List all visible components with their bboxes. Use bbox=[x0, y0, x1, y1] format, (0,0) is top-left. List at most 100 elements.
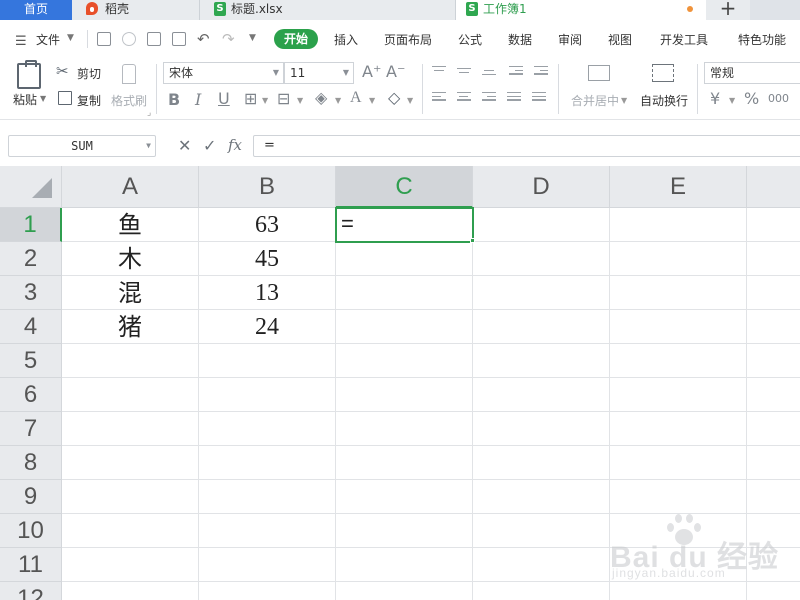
cell-c4[interactable] bbox=[336, 310, 473, 344]
cell-f2[interactable] bbox=[747, 242, 800, 276]
align-center-icon[interactable] bbox=[457, 92, 471, 104]
cell-e7[interactable] bbox=[610, 412, 747, 446]
cell-b3[interactable]: 13 bbox=[199, 276, 336, 310]
row-header-2[interactable]: 2 bbox=[0, 242, 62, 276]
paste-dropdown-icon[interactable]: ▼ bbox=[40, 94, 46, 103]
cell-b6[interactable] bbox=[199, 378, 336, 412]
format-painter-button[interactable]: 格式刷 bbox=[111, 92, 147, 109]
chevron-down-icon[interactable]: ▼ bbox=[369, 96, 375, 105]
insert-function-icon[interactable]: fx bbox=[228, 136, 242, 154]
new-tab-button[interactable]: + bbox=[706, 0, 750, 20]
wrap-text-button[interactable]: 自动换行 bbox=[640, 92, 688, 109]
cell-a11[interactable] bbox=[62, 548, 199, 582]
menu-formulas[interactable]: 公式 bbox=[458, 31, 482, 48]
cell-f7[interactable] bbox=[747, 412, 800, 446]
chevron-down-icon[interactable]: ▼ bbox=[146, 136, 151, 156]
menu-insert[interactable]: 插入 bbox=[334, 31, 358, 48]
name-box[interactable]: SUM ▼ bbox=[8, 135, 156, 157]
formula-input[interactable]: = bbox=[253, 135, 800, 157]
font-name-select[interactable]: 宋体 ▼ bbox=[163, 62, 284, 84]
cell-f9[interactable] bbox=[747, 480, 800, 514]
paste-label[interactable]: 粘贴 bbox=[13, 91, 37, 108]
cell-b9[interactable] bbox=[199, 480, 336, 514]
scissors-icon[interactable]: ✂ bbox=[56, 62, 69, 80]
align-top-icon[interactable] bbox=[432, 66, 446, 78]
cell-b1[interactable]: 63 bbox=[199, 208, 336, 242]
cell-a5[interactable] bbox=[62, 344, 199, 378]
cell-b7[interactable] bbox=[199, 412, 336, 446]
copy-icon[interactable] bbox=[58, 91, 72, 105]
cut-button[interactable]: 剪切 bbox=[77, 65, 101, 82]
cell-b5[interactable] bbox=[199, 344, 336, 378]
underline-icon[interactable]: U bbox=[218, 89, 230, 108]
cell-d9[interactable] bbox=[473, 480, 610, 514]
cell-f3[interactable] bbox=[747, 276, 800, 310]
cell-f6[interactable] bbox=[747, 378, 800, 412]
chevron-down-icon[interactable]: ▼ bbox=[262, 96, 268, 105]
menu-start[interactable]: 开始 bbox=[274, 29, 318, 49]
cancel-formula-icon[interactable]: ✕ bbox=[178, 136, 191, 155]
cell-d8[interactable] bbox=[473, 446, 610, 480]
cell-d2[interactable] bbox=[473, 242, 610, 276]
row-header-8[interactable]: 8 bbox=[0, 446, 62, 480]
tab-file-title-xlsx[interactable]: S 标题.xlsx bbox=[200, 0, 456, 20]
cell-c2[interactable] bbox=[336, 242, 473, 276]
clear-format-icon[interactable]: ◇ bbox=[388, 88, 400, 107]
cell-a8[interactable] bbox=[62, 446, 199, 480]
cell-b4[interactable]: 24 bbox=[199, 310, 336, 344]
row-header-9[interactable]: 9 bbox=[0, 480, 62, 514]
cell-e3[interactable] bbox=[610, 276, 747, 310]
cell-e5[interactable] bbox=[610, 344, 747, 378]
cell-a2[interactable]: 木 bbox=[62, 242, 199, 276]
cell-d5[interactable] bbox=[473, 344, 610, 378]
cell-c7[interactable] bbox=[336, 412, 473, 446]
cell-b12[interactable] bbox=[199, 582, 336, 600]
cell-d12[interactable] bbox=[473, 582, 610, 600]
cell-e2[interactable] bbox=[610, 242, 747, 276]
cell-c9[interactable] bbox=[336, 480, 473, 514]
distributed-align-icon[interactable] bbox=[532, 92, 546, 104]
menu-review[interactable]: 审阅 bbox=[558, 31, 582, 48]
cell-d10[interactable] bbox=[473, 514, 610, 548]
menu-special-features[interactable]: 特色功能 bbox=[738, 31, 786, 48]
currency-icon[interactable]: ¥ bbox=[710, 89, 720, 108]
cell-e8[interactable] bbox=[610, 446, 747, 480]
tab-docer[interactable]: 稻壳 bbox=[72, 0, 200, 20]
justify-icon[interactable] bbox=[507, 92, 521, 104]
format-painter-icon[interactable] bbox=[122, 64, 136, 84]
font-size-select[interactable]: 11 ▼ bbox=[284, 62, 354, 84]
chevron-down-icon[interactable]: ▼ bbox=[297, 96, 303, 105]
cell-c11[interactable] bbox=[336, 548, 473, 582]
cell-b10[interactable] bbox=[199, 514, 336, 548]
align-right-icon[interactable] bbox=[482, 92, 496, 104]
percent-icon[interactable]: % bbox=[744, 89, 759, 108]
font-color-icon[interactable]: A bbox=[350, 89, 362, 107]
select-all-button[interactable] bbox=[0, 166, 62, 208]
menu-data[interactable]: 数据 bbox=[508, 31, 532, 48]
cell-a3[interactable]: 混 bbox=[62, 276, 199, 310]
save-icon[interactable] bbox=[97, 32, 111, 46]
wrap-text-icon[interactable] bbox=[652, 64, 674, 82]
bold-icon[interactable]: B bbox=[168, 90, 180, 109]
cell-c6[interactable] bbox=[336, 378, 473, 412]
cell-d11[interactable] bbox=[473, 548, 610, 582]
column-header-b[interactable]: B bbox=[199, 166, 336, 208]
number-format-select[interactable]: 常规 bbox=[704, 62, 800, 84]
column-header-f[interactable] bbox=[747, 166, 800, 208]
decrease-indent-icon[interactable] bbox=[509, 66, 523, 78]
confirm-formula-icon[interactable]: ✓ bbox=[203, 136, 216, 155]
cell-b2[interactable]: 45 bbox=[199, 242, 336, 276]
cell-d1[interactable] bbox=[473, 208, 610, 242]
print-icon[interactable] bbox=[147, 32, 161, 46]
cell-a12[interactable] bbox=[62, 582, 199, 600]
cell-b11[interactable] bbox=[199, 548, 336, 582]
merge-center-icon[interactable] bbox=[588, 65, 610, 81]
row-header-11[interactable]: 11 bbox=[0, 548, 62, 582]
menu-page-layout[interactable]: 页面布局 bbox=[384, 31, 432, 48]
cell-f5[interactable] bbox=[747, 344, 800, 378]
row-header-10[interactable]: 10 bbox=[0, 514, 62, 548]
cell-c5[interactable] bbox=[336, 344, 473, 378]
copy-button[interactable]: 复制 bbox=[77, 92, 101, 109]
column-header-a[interactable]: A bbox=[62, 166, 199, 208]
cell-b8[interactable] bbox=[199, 446, 336, 480]
